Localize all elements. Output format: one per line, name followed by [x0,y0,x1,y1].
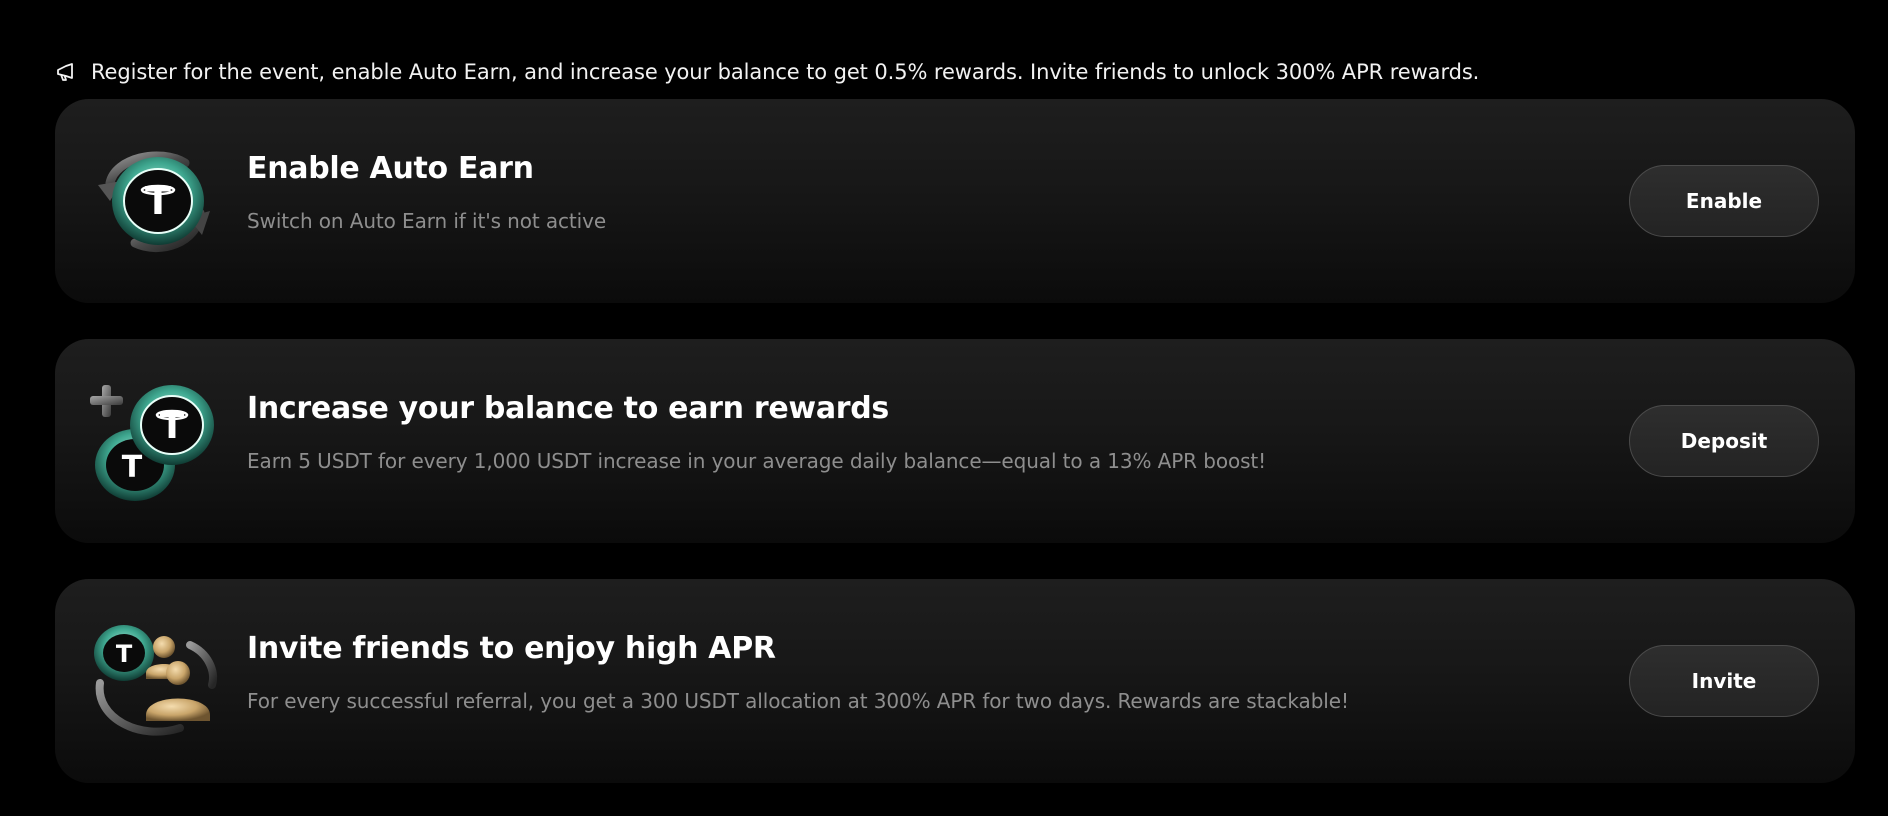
deposit-button[interactable]: Deposit [1629,405,1819,477]
usdt-referral-icon: T [90,623,220,743]
announcement-banner: Register for the event, enable Auto Earn… [55,56,1479,88]
megaphone-icon [55,61,77,83]
task-title: Increase your balance to earn rewards [247,391,889,426]
task-title: Invite friends to enjoy high APR [247,631,776,666]
task-card-increase-balance: T T Increase your balance to earn reward… [55,339,1855,543]
task-title: Enable Auto Earn [247,151,534,186]
task-description: Earn 5 USDT for every 1,000 USDT increas… [247,449,1267,473]
svg-text:T: T [122,450,143,485]
invite-button[interactable]: Invite [1629,645,1819,717]
svg-text:T: T [116,640,133,668]
task-card-invite-friends: T Invite friends to enjoy high APR For e… [55,579,1855,783]
task-description: Switch on Auto Earn if it's not active [247,209,607,233]
task-description: For every successful referral, you get a… [247,689,1349,713]
usdt-rotate-icon: T [90,143,220,263]
enable-button[interactable]: Enable [1629,165,1819,237]
banner-text: Register for the event, enable Auto Earn… [91,60,1480,84]
usdt-plus-coins-icon: T T [90,383,220,503]
task-card-enable-auto-earn: T Enable Auto Earn Switch on Auto Earn i… [55,99,1855,303]
